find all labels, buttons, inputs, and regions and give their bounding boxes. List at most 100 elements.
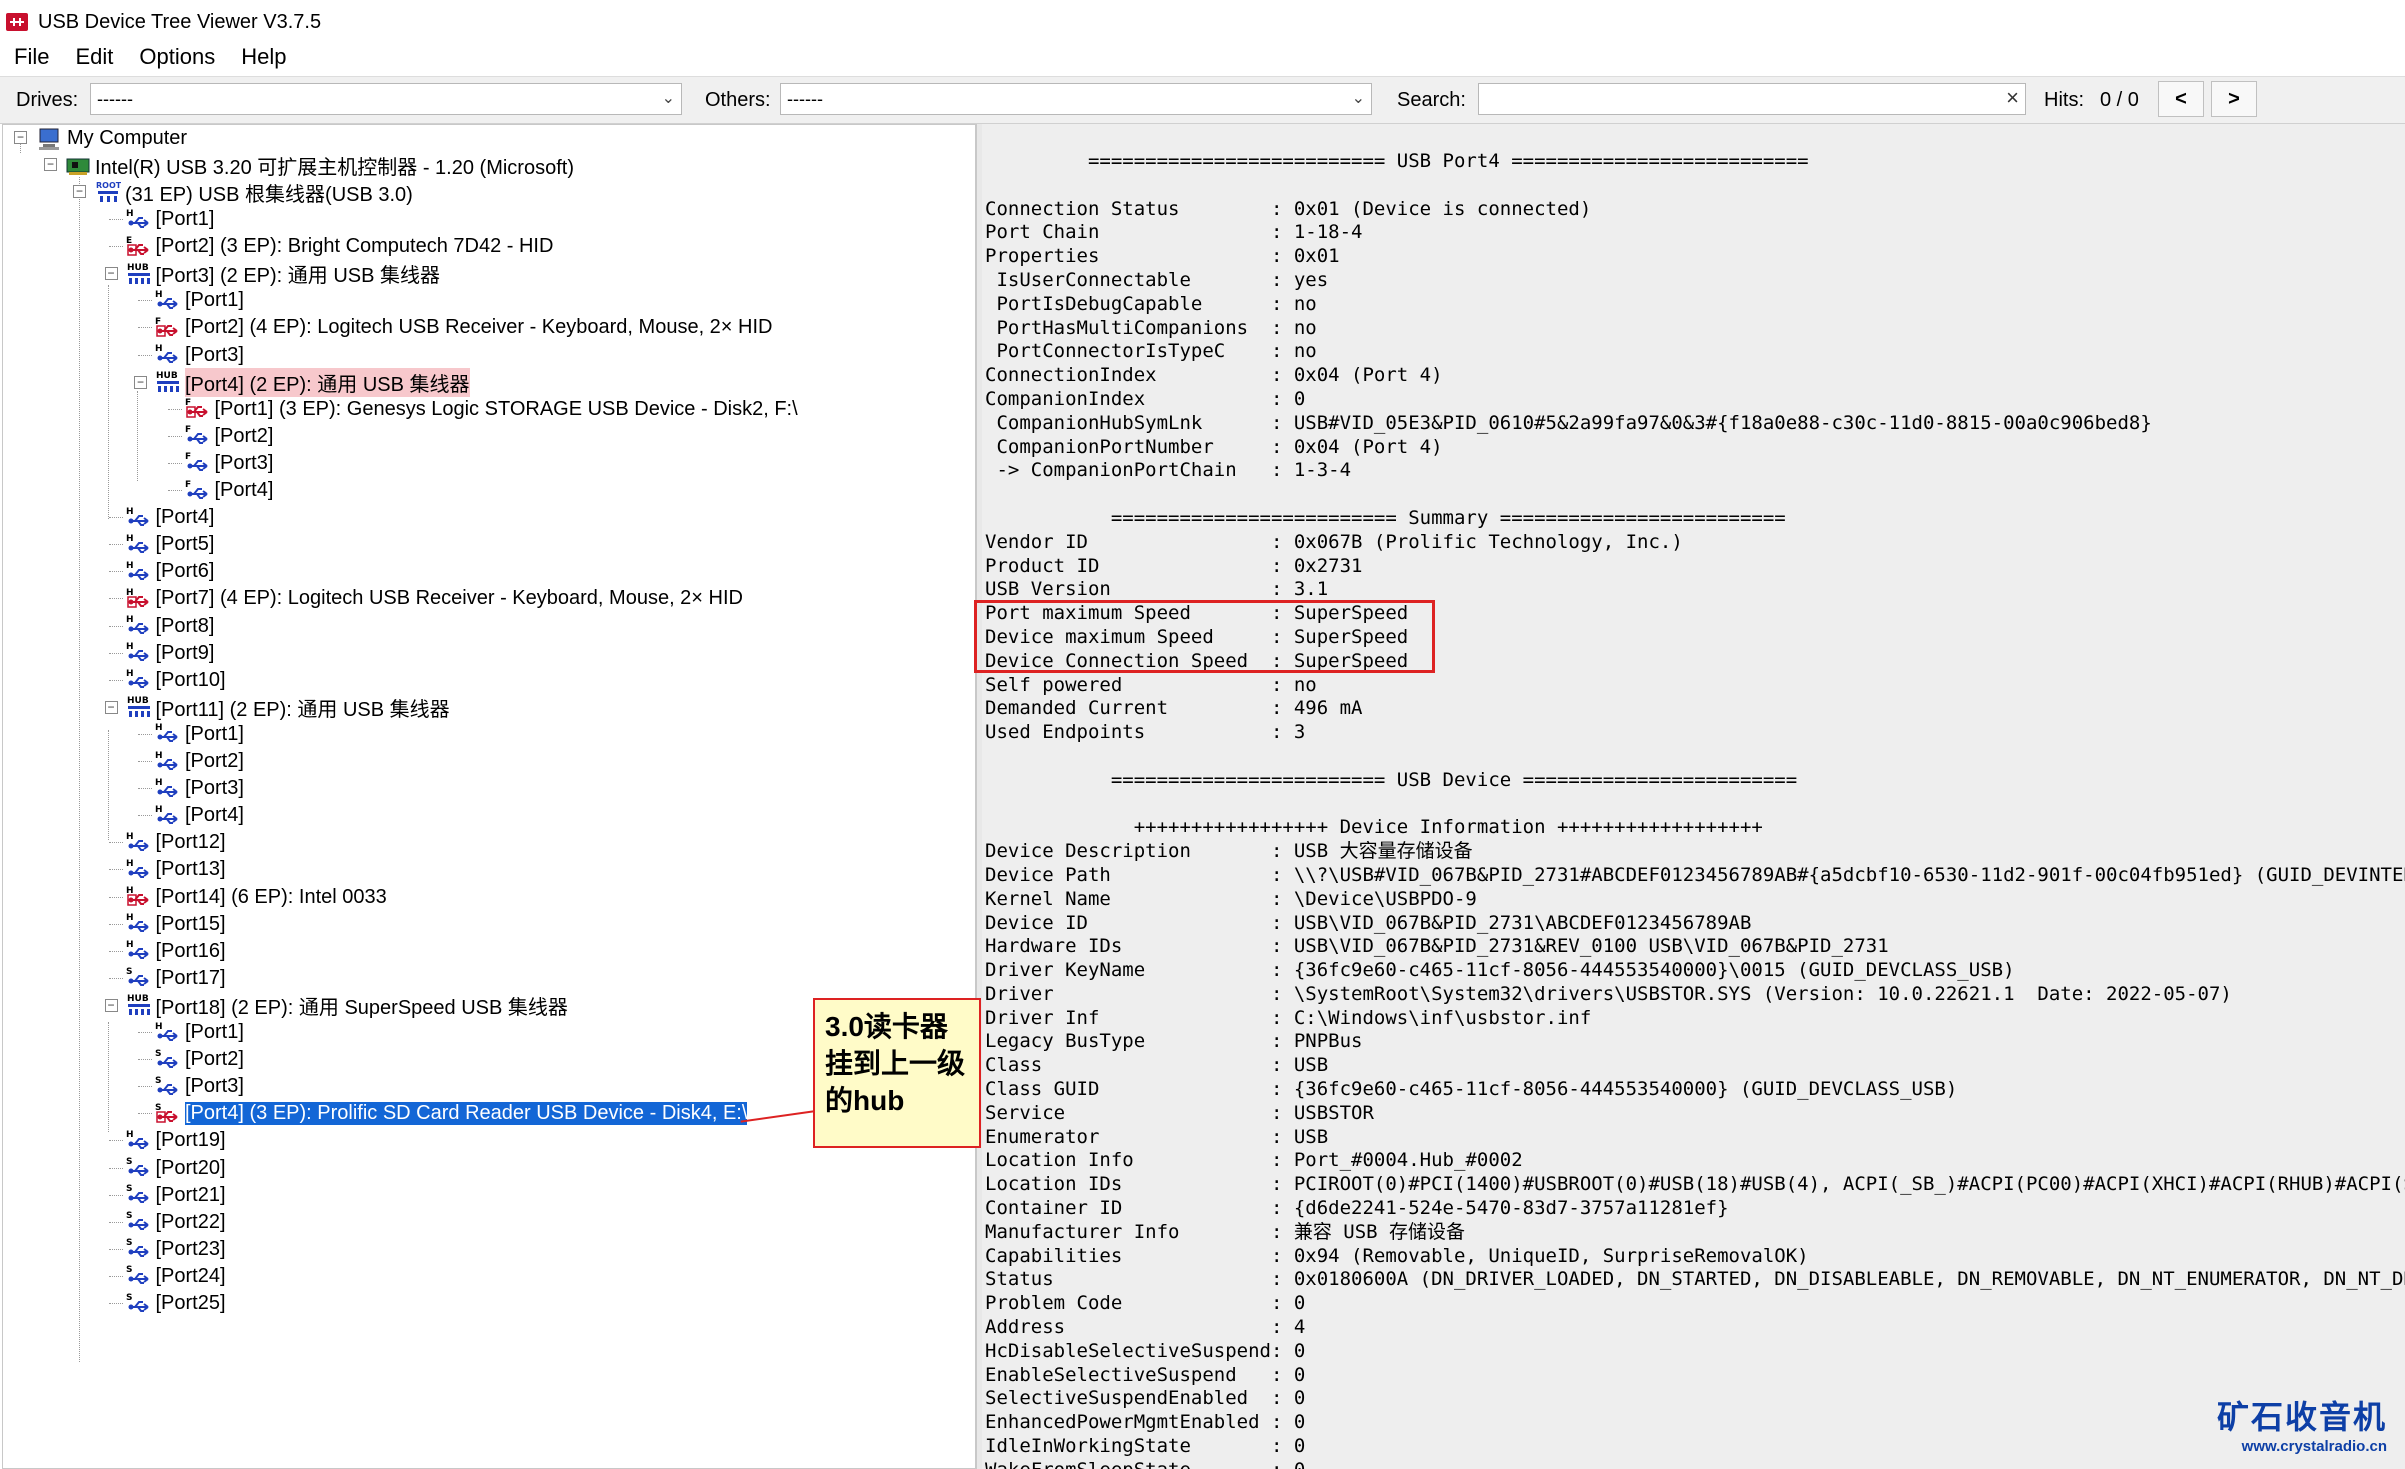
usb-port-icon: H	[126, 209, 149, 228]
tree-node-port[interactable]: H [Port19]	[126, 1127, 226, 1154]
tree-node-port[interactable]: H [Port1]	[155, 287, 244, 314]
tree-node-port[interactable]: H [Port13]	[126, 856, 226, 883]
svg-text:S: S	[126, 1238, 132, 1248]
menu-edit[interactable]: Edit	[61, 44, 125, 70]
tree-node-port[interactable]: H [Port10]	[126, 667, 226, 694]
tree-node-port[interactable]: H [Port3]	[155, 775, 244, 802]
tree-node-port[interactable]: H [Port6]	[126, 558, 215, 585]
tree-node-host-controller[interactable]: Intel(R) USB 3.20 可扩展主机控制器 - 1.20 (Micro…	[65, 152, 574, 179]
search-input[interactable]: ×	[1478, 83, 2026, 115]
tree-node-port[interactable]: H [Port5]	[126, 531, 215, 558]
tree-node-port[interactable]: S [Port22]	[126, 1209, 226, 1236]
svg-text:H: H	[155, 778, 163, 788]
tree-node-port[interactable]: H [Port4]	[126, 504, 215, 531]
tree-node-device[interactable]: H [Port7] (4 EP): Logitech USB Receiver -…	[126, 585, 743, 612]
tree-node-port[interactable]: S [Port23]	[126, 1236, 226, 1263]
tree-node-label: [Port16]	[155, 939, 226, 962]
tree-node-my-computer[interactable]: My Computer	[37, 125, 187, 152]
tree-node-label: [Port12]	[155, 831, 226, 854]
collapse-toggle[interactable]: −	[73, 185, 86, 198]
tree-node-device[interactable]: H [Port14] (6 EP): Intel 0033	[126, 884, 387, 911]
tree-node-port[interactable]: S [Port3]	[155, 1073, 244, 1100]
pci-card-icon	[66, 158, 90, 175]
usb-port-icon: H	[126, 913, 149, 933]
usb-device-icon: H	[126, 886, 149, 906]
collapse-toggle[interactable]: −	[104, 700, 118, 714]
tree-node-hub[interactable]: HUB [Port18] (2 EP): 通用 SuperSpeed USB 集线…	[126, 992, 568, 1019]
collapse-toggle[interactable]: −	[104, 267, 118, 281]
tree-node-port[interactable]: H [Port1]	[126, 206, 215, 233]
device-tree[interactable]: − My Computer − Intel(R) USB 3.20 可扩展主机控…	[2, 124, 976, 1469]
usb-device-icon: F	[155, 317, 178, 337]
menu-file[interactable]: File	[0, 44, 61, 70]
device-details-text: ========================== USB Port4 ===…	[985, 150, 2405, 1469]
tree-node-hub[interactable]: HUB [Port4] (2 EP): 通用 USB 集线器	[155, 367, 470, 397]
tree-node-port[interactable]: H [Port2]	[155, 748, 244, 775]
usb-port-icon: S	[126, 1184, 149, 1204]
tree-node-label: [Port2]	[185, 1048, 244, 1071]
svg-text:H: H	[155, 1022, 163, 1032]
tree-node-root-hub[interactable]: ROOT (31 EP) USB 根集线器(USB 3.0)	[95, 179, 413, 207]
usb-port-icon: S	[126, 1211, 149, 1231]
svg-text:HUB: HUB	[156, 371, 178, 381]
collapse-toggle[interactable]: −	[104, 998, 118, 1012]
menu-options[interactable]: Options	[125, 44, 227, 70]
svg-text:H: H	[155, 805, 163, 815]
tree-node-port[interactable]: H [Port4]	[155, 802, 244, 829]
usb-port-icon: F	[185, 425, 208, 445]
drives-select[interactable]: ------ ⌄	[90, 83, 682, 115]
tree-node-port[interactable]: H [Port3]	[155, 342, 244, 369]
tree-node-device[interactable]: F [Port1] (3 EP): Genesys Logic STORAGE U…	[185, 396, 798, 423]
tree-node-label: [Port3] (2 EP): 通用 USB 集线器	[155, 265, 441, 288]
others-select[interactable]: ------ ⌄	[780, 83, 1372, 115]
svg-text:H: H	[126, 832, 134, 842]
tree-node-port[interactable]: F [Port3]	[185, 450, 274, 477]
tree-node-device[interactable]: F [Port2] (4 EP): Logitech USB Receiver -…	[155, 314, 772, 341]
usb-port-icon: H	[155, 778, 178, 797]
tree-node-port[interactable]: S [Port2]	[155, 1046, 244, 1073]
others-value: ------	[787, 89, 823, 109]
usb-port-icon: H	[126, 507, 149, 526]
tree-node-device[interactable]: S [Port4] (3 EP): Prolific SD Card Reader…	[155, 1100, 748, 1127]
tree-node-port[interactable]: S [Port24]	[126, 1263, 226, 1290]
tree-node-label: [Port3]	[185, 777, 244, 800]
svg-text:H: H	[155, 723, 163, 733]
usb-hub-icon: HUB	[127, 263, 150, 284]
tree-node-port[interactable]: S [Port20]	[126, 1155, 226, 1182]
previous-hit-button[interactable]: <	[2158, 81, 2204, 117]
usb-port-icon: S	[126, 1293, 149, 1312]
tree-node-port[interactable]: H [Port1]	[155, 721, 244, 748]
tree-node-label: (31 EP) USB 根集线器(USB 3.0)	[125, 184, 413, 206]
tree-node-port[interactable]: H [Port1]	[155, 1019, 244, 1046]
details-panel[interactable]: ========================== USB Port4 ===…	[982, 124, 2405, 1469]
collapse-toggle[interactable]: −	[134, 375, 147, 389]
tree-node-port[interactable]: H [Port16]	[126, 938, 226, 965]
tree-node-label: [Port14] (6 EP): Intel 0033	[155, 885, 387, 908]
tree-node-port[interactable]: F [Port4]	[185, 477, 274, 504]
tree-node-label: [Port15]	[155, 912, 226, 935]
tree-node-port[interactable]: S [Port21]	[126, 1182, 226, 1209]
svg-text:H: H	[126, 615, 134, 625]
tree-node-port[interactable]: S [Port17]	[126, 965, 226, 992]
tree-node-port[interactable]: H [Port8]	[126, 613, 215, 640]
usb-device-icon: F	[185, 398, 208, 418]
tree-node-port[interactable]: H [Port9]	[126, 640, 215, 667]
tree-node-port[interactable]: S [Port25]	[126, 1290, 226, 1317]
collapse-toggle[interactable]: −	[44, 158, 57, 171]
collapse-toggle[interactable]: −	[14, 131, 27, 144]
tree-node-hub[interactable]: HUB [Port3] (2 EP): 通用 USB 集线器	[126, 260, 441, 288]
svg-text:S: S	[126, 1211, 132, 1221]
tree-node-port[interactable]: F [Port2]	[185, 423, 274, 450]
next-hit-button[interactable]: >	[2211, 81, 2257, 117]
svg-text:HUB: HUB	[127, 994, 149, 1004]
drives-label: Drives:	[16, 89, 79, 111]
hits-count: 0 / 0	[2100, 89, 2139, 111]
tree-node-label: [Port8]	[155, 614, 215, 637]
tree-node-hub[interactable]: HUB [Port11] (2 EP): 通用 USB 集线器	[126, 694, 450, 721]
menu-help[interactable]: Help	[227, 44, 298, 70]
tree-node-device[interactable]: E [Port2] (3 EP): Bright Computech 7D42 -…	[126, 233, 554, 260]
usb-port-icon: S	[155, 1076, 178, 1095]
tree-node-port[interactable]: H [Port12]	[126, 829, 226, 856]
tree-node-port[interactable]: H [Port15]	[126, 911, 226, 938]
clear-search-icon[interactable]: ×	[2006, 85, 2019, 111]
